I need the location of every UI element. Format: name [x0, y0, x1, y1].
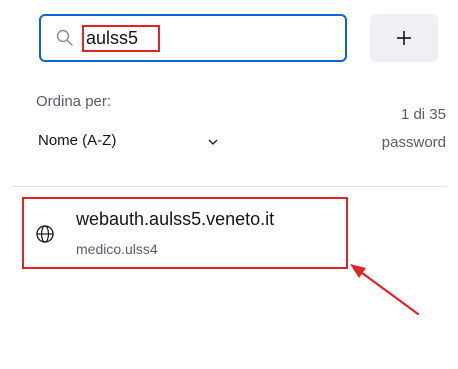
sort-select[interactable]: Nome (A-Z)	[36, 128, 226, 156]
sort-selected-value: Nome (A-Z)	[38, 132, 117, 149]
annotation-arrow-icon	[350, 264, 420, 316]
chevron-down-icon	[208, 139, 218, 145]
password-count-line2: password	[381, 134, 446, 151]
login-username: medico.ulss4	[76, 241, 158, 257]
search-value[interactable]: aulss5	[86, 26, 138, 50]
password-manager-panel: aulss5 Ordina per: Nome (A-Z) 1 di 35 pa…	[0, 0, 458, 369]
plus-icon	[397, 31, 411, 45]
divider	[12, 186, 446, 187]
login-title: webauth.aulss5.veneto.it	[76, 209, 275, 229]
password-count: 1 di 35 password	[382, 101, 446, 157]
search-input[interactable]: aulss5	[39, 14, 347, 62]
globe-icon	[36, 225, 54, 243]
sort-label: Ordina per:	[36, 93, 112, 110]
login-list-item[interactable]: webauth.aulss5.veneto.it medico.ulss4	[22, 197, 348, 269]
password-count-line1: 1 di 35	[400, 106, 446, 123]
add-login-button[interactable]	[370, 14, 438, 62]
search-icon	[56, 29, 73, 46]
